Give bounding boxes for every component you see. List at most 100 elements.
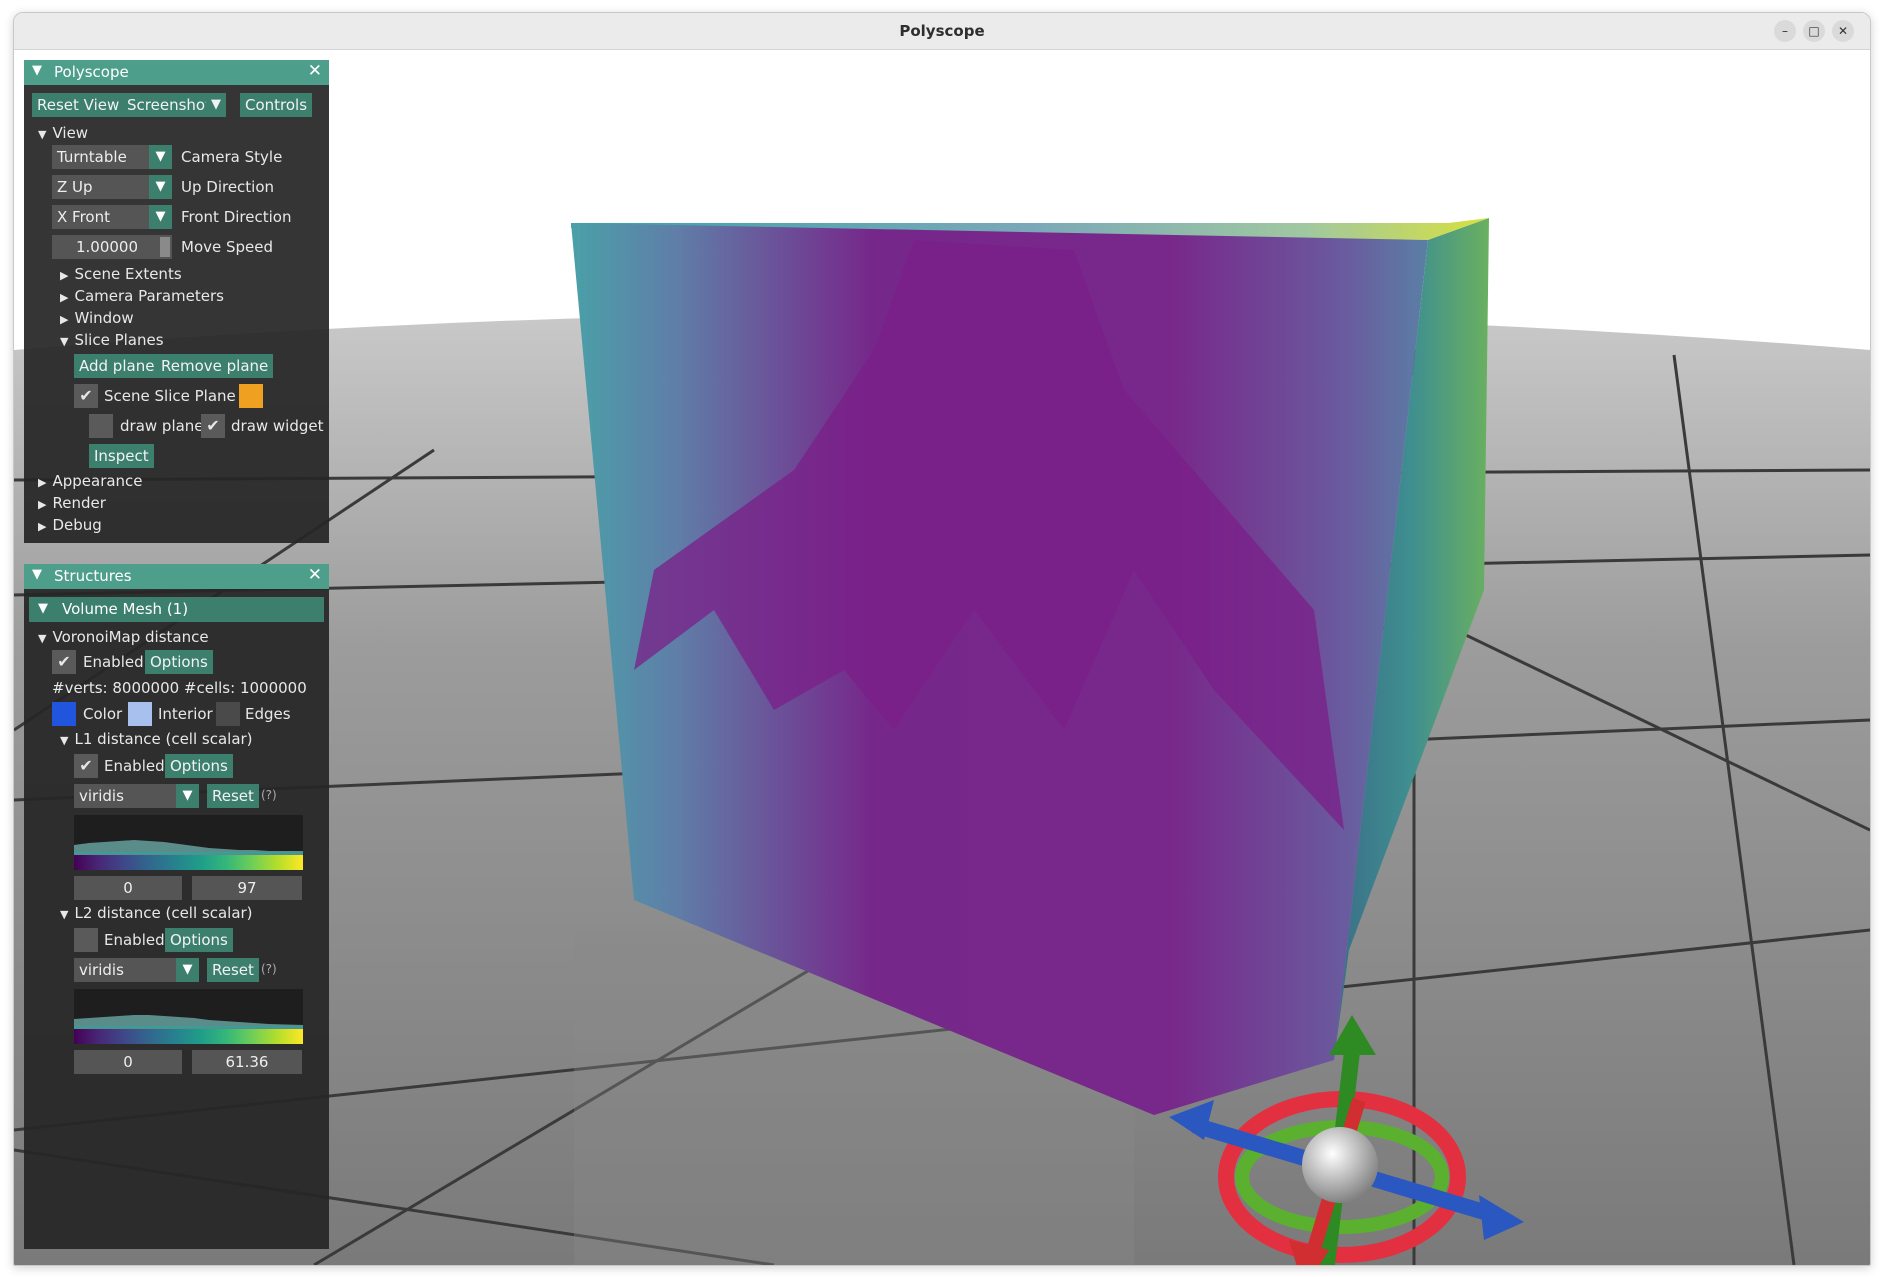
expand-triangle-icon: ▼ — [60, 335, 69, 348]
l1-max-input[interactable]: 97 — [192, 876, 302, 900]
l2-max-input[interactable]: 61.36 — [192, 1050, 302, 1074]
up-direction-value: Z Up — [57, 178, 93, 196]
close-icon[interactable]: ✕ — [308, 61, 322, 81]
front-direction-select[interactable]: X Front ▼ — [52, 205, 172, 229]
expand-triangle-icon: ▶ — [60, 313, 69, 326]
scene-extents-node[interactable]: ▶ Scene Extents — [60, 265, 182, 283]
draw-widget-checkbox[interactable]: ✔ — [201, 414, 225, 438]
maximize-button[interactable]: □ — [1803, 20, 1825, 42]
expand-triangle-icon: ▼ — [38, 128, 47, 141]
panel-title: Polyscope — [54, 63, 129, 81]
l1-min-input[interactable]: 0 — [74, 876, 182, 900]
front-direction-value: X Front — [57, 208, 110, 226]
interior-color-swatch[interactable] — [128, 702, 152, 726]
l1-options-button[interactable]: Options — [165, 754, 233, 778]
title-bar: Polyscope – □ ✕ — [14, 13, 1870, 50]
l1-histogram[interactable] — [74, 815, 303, 855]
appearance-node[interactable]: ▶ Appearance — [38, 472, 143, 490]
render-node[interactable]: ▶ Render — [38, 494, 106, 512]
l2-options-button[interactable]: Options — [165, 928, 233, 952]
camera-parameters-label: Camera Parameters — [74, 287, 224, 305]
add-plane-button[interactable]: Add plane — [74, 354, 160, 378]
camera-parameters-node[interactable]: ▶ Camera Parameters — [60, 287, 224, 305]
window-label: Window — [74, 309, 134, 327]
controls-button[interactable]: Controls — [240, 93, 313, 117]
l2-histogram[interactable] — [74, 989, 303, 1029]
window-title: Polyscope — [899, 22, 985, 40]
mesh-color-swatch[interactable] — [52, 702, 76, 726]
l2-histogram-plot — [74, 1015, 303, 1029]
window-node[interactable]: ▶ Window — [60, 309, 134, 327]
l1-quantity-node[interactable]: ▼ L1 distance (cell scalar) — [60, 730, 253, 748]
debug-node[interactable]: ▶ Debug — [38, 516, 102, 534]
mesh-enabled-checkbox[interactable]: ✔ — [52, 650, 76, 674]
minimize-button[interactable]: – — [1774, 20, 1796, 42]
l1-enabled-checkbox[interactable]: ✔ — [74, 754, 98, 778]
l2-colormap-bar — [74, 1029, 303, 1044]
panel-title: Structures — [54, 567, 132, 585]
screenshot-options-arrow-icon[interactable]: ▼ — [206, 93, 226, 117]
l1-enabled-label: Enabled — [104, 757, 165, 775]
l2-help-icon[interactable]: (?) — [261, 962, 277, 976]
view-section-label: View — [52, 124, 89, 142]
slice-planes-node[interactable]: ▼ Slice Planes — [60, 331, 164, 349]
scene-extents-label: Scene Extents — [74, 265, 182, 283]
l2-colormap-select[interactable]: viridis ▼ — [74, 958, 199, 982]
volume-mesh-group-header[interactable]: ▼ Volume Mesh (1) — [29, 597, 324, 622]
close-icon[interactable]: ✕ — [308, 565, 322, 585]
close-window-button[interactable]: ✕ — [1832, 20, 1854, 42]
l1-quantity-label: L1 distance (cell scalar) — [74, 730, 253, 748]
move-speed-label: Move Speed — [181, 238, 274, 256]
reset-view-button[interactable]: Reset View — [32, 93, 125, 117]
slider-grab[interactable] — [160, 237, 170, 257]
camera-style-value: Turntable — [57, 148, 127, 166]
chevron-down-icon: ▼ — [149, 175, 172, 199]
collapse-triangle-icon[interactable]: ▼ — [32, 567, 42, 582]
inspect-button[interactable]: Inspect — [89, 444, 154, 468]
move-speed-value: 1.00000 — [75, 238, 139, 256]
structures-panel-header[interactable]: ▼ Structures ✕ — [24, 564, 329, 589]
polyscope-panel-header[interactable]: ▼ Polyscope ✕ — [24, 60, 329, 85]
l2-quantity-node[interactable]: ▼ L2 distance (cell scalar) — [60, 904, 253, 922]
expand-triangle-icon: ▶ — [60, 269, 69, 282]
debug-label: Debug — [52, 516, 102, 534]
camera-style-label: Camera Style — [181, 148, 283, 166]
expand-triangle-icon: ▼ — [60, 908, 69, 921]
screenshot-button[interactable]: Screenshot — [122, 93, 216, 117]
expand-triangle-icon: ▼ — [60, 734, 69, 747]
l2-enabled-checkbox[interactable] — [74, 928, 98, 952]
edges-color-swatch[interactable] — [216, 702, 240, 726]
collapse-triangle-icon[interactable]: ▼ — [32, 63, 42, 78]
l1-colormap-select[interactable]: viridis ▼ — [74, 784, 199, 808]
remove-plane-button[interactable]: Remove plane — [156, 354, 274, 378]
expand-triangle-icon: ▼ — [38, 632, 47, 645]
expand-triangle-icon: ▶ — [60, 291, 69, 304]
up-direction-label: Up Direction — [181, 178, 275, 196]
slice-planes-label: Slice Planes — [74, 331, 164, 349]
chevron-down-icon: ▼ — [176, 958, 199, 982]
draw-plane-label: draw plane — [120, 417, 204, 435]
l2-reset-button[interactable]: Reset — [207, 958, 259, 982]
up-direction-select[interactable]: Z Up ▼ — [52, 175, 172, 199]
mesh-options-button[interactable]: Options — [145, 650, 213, 674]
move-speed-slider[interactable]: 1.00000 — [52, 235, 172, 259]
l1-histogram-plot — [74, 840, 303, 855]
l1-colormap-value: viridis — [79, 787, 124, 805]
chevron-down-icon: ▼ — [176, 784, 199, 808]
slice-plane-color-swatch[interactable] — [239, 384, 263, 408]
l1-reset-button[interactable]: Reset — [207, 784, 259, 808]
polyscope-panel: ▼ Polyscope ✕ Reset View Screenshot ▼ Co… — [24, 60, 329, 543]
l1-help-icon[interactable]: (?) — [261, 788, 277, 802]
view-section-header[interactable]: ▼ View — [38, 124, 88, 142]
expand-triangle-icon: ▶ — [38, 520, 47, 533]
camera-style-select[interactable]: Turntable ▼ — [52, 145, 172, 169]
l2-min-input[interactable]: 0 — [74, 1050, 182, 1074]
draw-plane-checkbox[interactable] — [89, 414, 113, 438]
l2-enabled-label: Enabled — [104, 931, 165, 949]
l2-quantity-label: L2 distance (cell scalar) — [74, 904, 253, 922]
structures-panel: ▼ Structures ✕ ▼ Volume Mesh (1) ▼ Vorono… — [24, 564, 329, 1249]
mesh-node[interactable]: ▼ VoronoiMap distance — [38, 628, 209, 646]
slice-plane-name: Scene Slice Plane 0 — [104, 387, 251, 405]
draw-widget-label: draw widget — [231, 417, 324, 435]
slice-plane-enabled-checkbox[interactable]: ✔ — [74, 384, 98, 408]
